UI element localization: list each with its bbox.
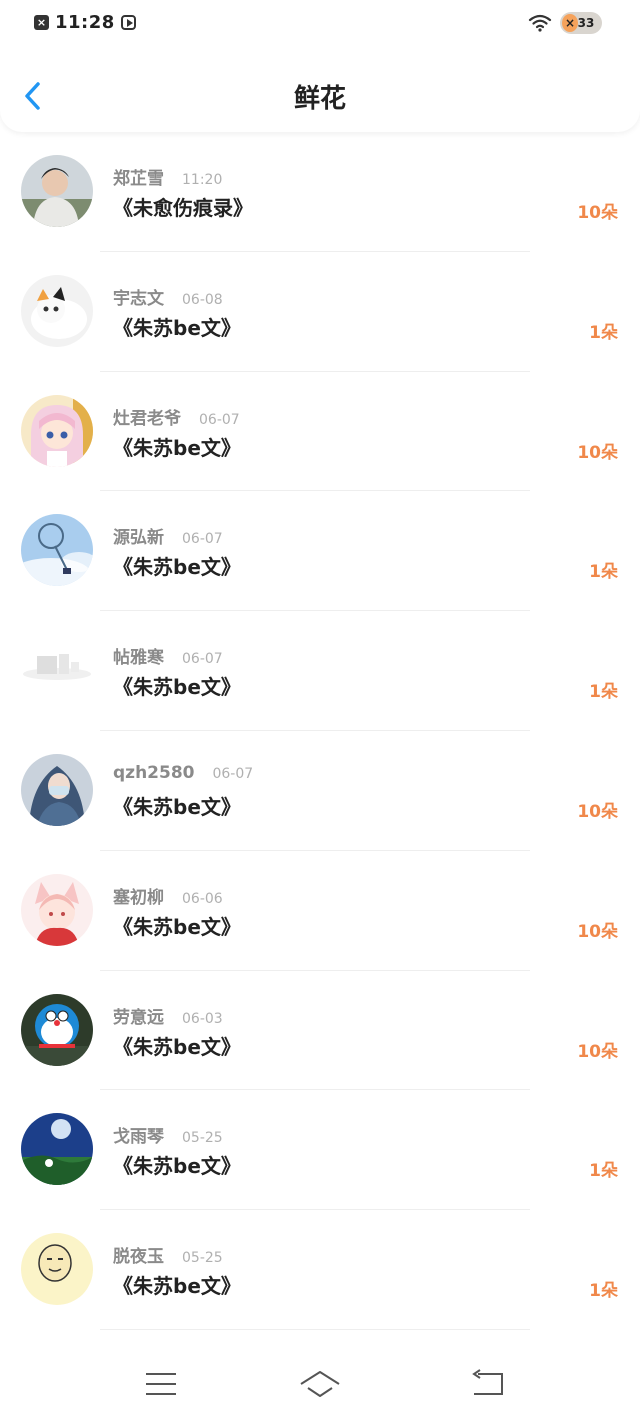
- list-item[interactable]: 源弘新 06-07 《朱苏be文》 1朵: [0, 491, 640, 611]
- timestamp: 05-25: [182, 1130, 223, 1147]
- flower-count: 1朵: [589, 562, 618, 583]
- avatar[interactable]: [21, 753, 93, 826]
- flower-count: 1朵: [589, 1281, 618, 1302]
- avatar[interactable]: [21, 993, 93, 1066]
- flower-count: 1朵: [589, 322, 618, 343]
- menu-icon: [146, 1373, 176, 1395]
- list-item[interactable]: qzh2580 06-07 《朱苏be文》 10朵: [0, 731, 640, 851]
- list-item[interactable]: 戈雨琴 05-25 《朱苏be文》 1朵: [0, 1090, 640, 1210]
- timestamp: 11:20: [182, 172, 223, 188]
- avatar[interactable]: [21, 514, 93, 587]
- timestamp: 06-08: [182, 291, 223, 308]
- timestamp: 05-25: [182, 1250, 223, 1267]
- avatar[interactable]: [21, 1233, 93, 1306]
- book-title: 《朱苏be文》: [113, 675, 241, 700]
- book-title: 《朱苏be文》: [113, 435, 241, 460]
- user-name: 脱夜玉: [113, 1247, 164, 1268]
- status-bar: × 11:28 × 33: [0, 0, 640, 50]
- battery-indicator: × 33: [560, 12, 602, 34]
- list-item[interactable]: 宇志文 06-08 《朱苏be文》 1朵: [0, 252, 640, 372]
- user-name: 宇志文: [113, 288, 164, 309]
- flower-count: 1朵: [589, 1161, 618, 1182]
- notification-icon: ×: [34, 15, 49, 30]
- book-title: 《朱苏be文》: [113, 315, 241, 340]
- user-name: 戈雨琴: [113, 1127, 164, 1148]
- home-icon: [300, 1371, 340, 1397]
- avatar[interactable]: [21, 394, 93, 467]
- book-title: 《朱苏be文》: [113, 1034, 241, 1059]
- avatar[interactable]: [21, 1113, 93, 1186]
- book-title: 《朱苏be文》: [113, 914, 241, 939]
- wifi-icon: [528, 14, 552, 32]
- battery-level: 33: [577, 16, 595, 30]
- user-name: 帖雅寒: [113, 648, 164, 669]
- timestamp: 06-06: [182, 890, 223, 907]
- book-title: 《朱苏be文》: [113, 794, 241, 819]
- list-item[interactable]: 脱夜玉 05-25 《朱苏be文》 1朵: [0, 1210, 640, 1330]
- book-title: 《朱苏be文》: [113, 1154, 241, 1179]
- flower-count: 10朵: [577, 442, 618, 463]
- media-play-icon: [120, 15, 136, 30]
- book-title: 《朱苏be文》: [113, 1274, 241, 1299]
- list-item[interactable]: 帖雅寒 06-07 《朱苏be文》 1朵: [0, 611, 640, 731]
- battery-icon: ×: [562, 14, 578, 32]
- avatar[interactable]: [21, 873, 93, 946]
- user-name: 塞初柳: [113, 887, 164, 908]
- return-icon: [472, 1369, 503, 1395]
- timestamp: 06-07: [199, 411, 240, 428]
- user-name: 劳意远: [113, 1007, 164, 1028]
- timestamp: 06-07: [182, 651, 223, 668]
- user-name: 源弘新: [113, 528, 164, 549]
- avatar[interactable]: [21, 274, 93, 347]
- list-item[interactable]: 郑芷雪 11:20 《未愈伤痕录》 10朵: [0, 132, 640, 252]
- user-name: qzh2580: [113, 762, 195, 783]
- status-time: 11:28: [55, 12, 115, 33]
- book-title: 《朱苏be文》: [113, 555, 241, 580]
- list-item[interactable]: 塞初柳 06-06 《朱苏be文》 10朵: [0, 851, 640, 971]
- list-item[interactable]: 劳意远 06-03 《朱苏be文》 10朵: [0, 971, 640, 1091]
- timestamp: 06-07: [182, 531, 223, 548]
- timestamp: 06-07: [212, 765, 254, 782]
- page-title: 鲜花: [293, 84, 346, 114]
- flower-count: 10朵: [577, 203, 618, 223]
- system-nav-bar: [0, 1340, 640, 1422]
- flower-list: 郑芷雪 11:20 《未愈伤痕录》 10朵 宇志文 06-08 《朱苏be文》 …: [0, 132, 640, 1330]
- user-name: 灶君老爷: [113, 408, 181, 429]
- timestamp: 06-03: [182, 1010, 223, 1027]
- flower-count: 10朵: [577, 1041, 618, 1062]
- avatar[interactable]: [21, 634, 93, 707]
- menu-button[interactable]: [141, 1364, 181, 1404]
- flower-count: 1朵: [589, 682, 618, 703]
- flower-count: 10朵: [577, 801, 618, 822]
- avatar[interactable]: [21, 155, 93, 227]
- return-button[interactable]: [468, 1364, 508, 1404]
- home-button[interactable]: [298, 1364, 342, 1404]
- book-title: 《未愈伤痕录》: [113, 196, 253, 220]
- list-item[interactable]: 灶君老爷 06-07 《朱苏be文》 10朵: [0, 372, 640, 492]
- flower-count: 10朵: [577, 921, 618, 942]
- user-name: 郑芷雪: [113, 169, 164, 189]
